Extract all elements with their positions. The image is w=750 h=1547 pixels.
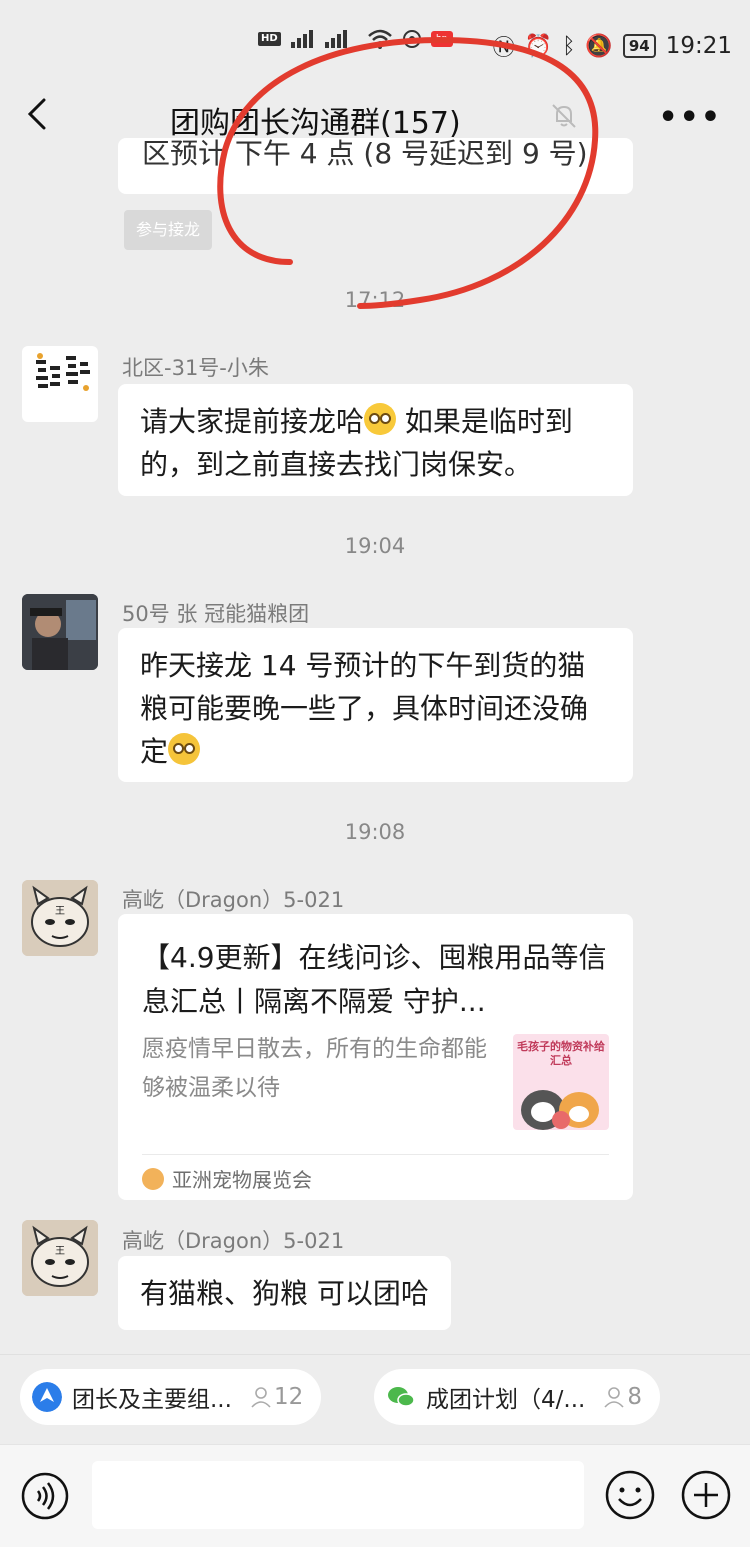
cat-illustration-image <box>521 1090 599 1130</box>
divider <box>142 1154 609 1155</box>
source-name: 亚洲宠物展览会 <box>172 1168 312 1192</box>
avatar-photo-image <box>22 594 98 670</box>
plus-circle-icon[interactable] <box>680 1469 732 1521</box>
link-card[interactable]: 【4.9更新】在线问诊、囤粮用品等信息汇总丨隔离不隔爱 守护... 愿疫情早日散… <box>118 914 633 1200</box>
wifi-icon <box>367 29 392 49</box>
timestamp: 19:08 <box>344 820 406 844</box>
smile-icon[interactable] <box>604 1469 656 1521</box>
pinned-item-label: 成团计划（4/... <box>426 1387 586 1413</box>
sobbing-face-icon <box>168 733 201 765</box>
more-options-button[interactable]: ••• <box>658 100 722 135</box>
input-bar <box>0 1444 750 1547</box>
avatar-tiger-image: 王 <box>22 880 98 956</box>
message-text: 请大家提前接龙哈 <box>140 405 365 438</box>
person-icon <box>251 1387 271 1408</box>
member-count: 8 <box>603 1384 642 1410</box>
chat-title: 团购团长沟通群(157) <box>170 106 461 141</box>
system-indicators: Ⓝ ⏰ ᛒ 🔕 94 19:21 <box>493 30 732 62</box>
alarm-icon: ⏰ <box>524 33 553 59</box>
clock: 19:21 <box>665 33 732 59</box>
bluetooth-icon: ᛒ <box>562 33 576 59</box>
avatar[interactable] <box>22 594 98 670</box>
sender-name: 北区-31号-小朱 <box>122 356 269 380</box>
source-logo-icon <box>142 1167 164 1190</box>
message-text: 昨天接龙 14 号预计的下午到货的猫粮可能要晚一些了，具体时间还没确定 <box>140 649 589 768</box>
avatar[interactable] <box>22 346 98 422</box>
battery-icon: 94 <box>622 34 656 58</box>
previous-message-text: 区预计 下午 4 点 (8 号延迟到 9 号) <box>142 138 588 170</box>
navigation-arrow-icon <box>32 1382 62 1412</box>
message-bubble[interactable]: 昨天接龙 14 号预计的下午到货的猫粮可能要晚一些了，具体时间还没确定 <box>118 628 633 782</box>
timestamp: 19:04 <box>344 534 406 558</box>
avatar-calligraphy-image <box>36 353 90 391</box>
avatar[interactable]: 王 <box>22 1220 98 1296</box>
svg-text:王: 王 <box>55 906 65 917</box>
pinned-item-label: 团长及主要组... <box>72 1387 232 1413</box>
message-bubble[interactable]: 请大家提前接龙哈 如果是临时到的，到之前直接去找门岗保安。 <box>118 384 633 496</box>
sender-name: 高屹（Dragon）5-021 <box>122 888 345 912</box>
chevron-left-icon[interactable] <box>20 94 60 134</box>
message-input[interactable] <box>92 1461 584 1529</box>
pinned-item-plan[interactable]: 成团计划（4/... 8 <box>374 1369 660 1425</box>
signal-icon <box>290 30 347 48</box>
link-card-title: 【4.9更新】在线问诊、囤粮用品等信息汇总丨隔离不隔爱 守护... <box>142 941 607 1018</box>
voice-icon[interactable] <box>20 1471 70 1521</box>
app-notification-icon: hp <box>430 31 453 47</box>
avatar[interactable]: 王 <box>22 880 98 956</box>
link-card-description: 愿疫情早日散去，所有的生命都能够被温柔以待 <box>142 1036 487 1101</box>
svg-text:王: 王 <box>55 1246 65 1257</box>
network-indicators: HD hp <box>258 28 453 50</box>
nfc-icon: Ⓝ <box>492 36 515 61</box>
previous-message-bubble: 区预计 下午 4 点 (8 号延迟到 9 号) <box>118 138 633 194</box>
link-card-source: 亚洲宠物展览会 <box>142 1164 312 1193</box>
hd-badge: HD <box>258 32 281 46</box>
pleading-face-icon <box>364 403 397 435</box>
sender-name: 50号 张 冠能猫粮团 <box>122 602 310 626</box>
message-bubble[interactable]: 有猫粮、狗粮 可以团哈 <box>118 1256 451 1330</box>
message-text: 有猫粮、狗粮 可以团哈 <box>140 1277 429 1310</box>
hotspot-icon <box>402 30 421 48</box>
avatar-tiger-image: 王 <box>22 1220 98 1296</box>
timestamp: 17:12 <box>344 288 406 312</box>
thumbnail-caption: 毛孩子的物资补给汇总 <box>517 1040 605 1067</box>
person-icon <box>604 1387 624 1408</box>
pinned-item-leaders[interactable]: 团长及主要组... 12 <box>20 1369 322 1425</box>
pinned-bar: 团长及主要组... 12 成团计划（4/... 8 <box>0 1354 750 1444</box>
member-count: 12 <box>250 1384 303 1410</box>
bell-off-icon <box>552 104 576 128</box>
status-bar: HD hp Ⓝ ⏰ ᛒ 🔕 94 19:21 <box>0 0 750 80</box>
link-card-thumbnail: 毛孩子的物资补给汇总 <box>513 1034 609 1130</box>
wechat-chat-icon <box>388 1387 415 1407</box>
sender-name: 高屹（Dragon）5-021 <box>122 1229 345 1253</box>
join-jielong-button[interactable]: 参与接龙 <box>124 210 212 250</box>
silent-icon: 🔕 <box>585 33 613 59</box>
